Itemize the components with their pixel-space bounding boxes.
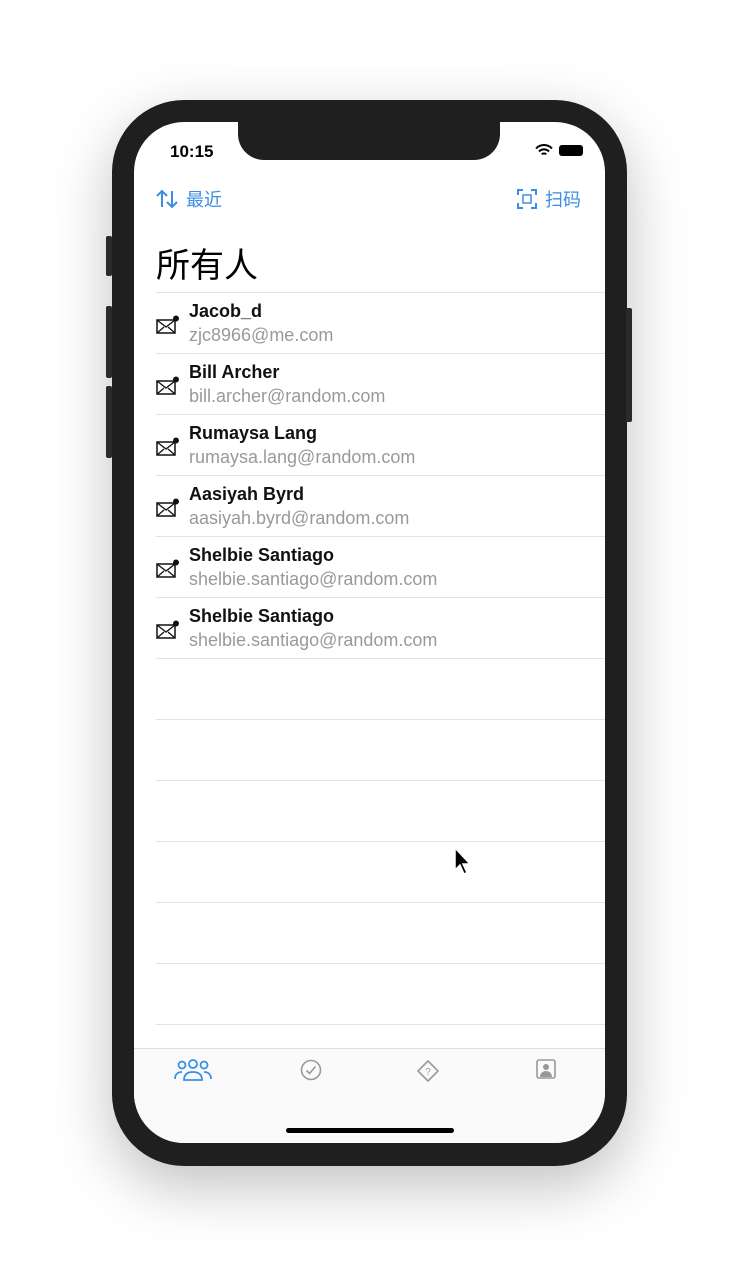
volume-up-button bbox=[106, 306, 112, 378]
qr-scan-icon bbox=[517, 189, 537, 209]
contact-email: zjc8966@me.com bbox=[189, 325, 334, 345]
contact-row[interactable]: Aasiyah Byrd aasiyah.byrd@random.com bbox=[156, 475, 605, 536]
home-indicator[interactable] bbox=[286, 1128, 454, 1133]
page-title: 所有人 bbox=[156, 247, 258, 285]
scan-button[interactable]: 扫码 bbox=[517, 186, 581, 212]
mouse-cursor-icon bbox=[454, 846, 472, 876]
tab-help[interactable]: ? bbox=[408, 1059, 448, 1085]
contact-email: bill.archer@random.com bbox=[189, 386, 386, 406]
mail-unread-icon bbox=[156, 437, 179, 456]
empty-row bbox=[156, 719, 605, 780]
mail-unread-icon bbox=[156, 315, 179, 334]
contact-card-icon bbox=[536, 1059, 556, 1079]
tab-people[interactable] bbox=[173, 1059, 213, 1085]
contact-row[interactable]: Bill Archer bill.archer@random.com bbox=[156, 353, 605, 414]
contact-row[interactable]: Shelbie Santiago shelbie.santiago@random.… bbox=[156, 536, 605, 597]
battery-icon bbox=[559, 145, 583, 156]
contact-list: Jacob_d zjc8966@me.com Bill Archer bill.arc… bbox=[156, 292, 605, 1085]
wifi-icon bbox=[535, 144, 553, 156]
contact-email: shelbie.santiago@random.com bbox=[189, 569, 438, 589]
contact-email: rumaysa.lang@random.com bbox=[189, 447, 416, 467]
mail-unread-icon bbox=[156, 559, 179, 578]
sort-button[interactable]: 最近 bbox=[156, 186, 222, 212]
contact-name: Rumaysa Lang bbox=[189, 423, 318, 443]
mail-unread-icon bbox=[156, 376, 179, 395]
empty-row bbox=[156, 841, 605, 902]
svg-text:?: ? bbox=[425, 1067, 431, 1078]
status-time: 10:15 bbox=[170, 142, 214, 161]
volume-down-button bbox=[106, 386, 112, 458]
empty-row bbox=[156, 963, 605, 1024]
scan-label: 扫码 bbox=[545, 190, 581, 210]
mail-unread-icon bbox=[156, 498, 179, 517]
contact-name: Bill Archer bbox=[189, 362, 280, 382]
people-icon bbox=[174, 1059, 212, 1081]
mail-icon-wrap bbox=[156, 498, 180, 523]
contact-row[interactable]: Rumaysa Lang rumaysa.lang@random.com bbox=[156, 414, 605, 475]
mail-icon-wrap bbox=[156, 559, 180, 584]
mute-switch bbox=[106, 236, 112, 276]
contact-name: Shelbie Santiago bbox=[189, 545, 335, 565]
mail-icon-wrap bbox=[156, 376, 180, 401]
tab-done[interactable] bbox=[291, 1059, 331, 1085]
contact-row[interactable]: Jacob_d zjc8966@me.com bbox=[156, 292, 605, 353]
empty-row bbox=[156, 902, 605, 963]
sort-arrows-icon bbox=[156, 189, 178, 209]
mail-icon-wrap bbox=[156, 437, 180, 462]
power-button bbox=[626, 308, 632, 422]
contact-email: aasiyah.byrd@random.com bbox=[189, 508, 410, 528]
contact-name: Aasiyah Byrd bbox=[189, 484, 305, 504]
mail-icon-wrap bbox=[156, 315, 180, 340]
mail-unread-icon bbox=[156, 620, 179, 639]
contact-email: shelbie.santiago@random.com bbox=[189, 630, 438, 650]
contact-name: Jacob_d bbox=[189, 301, 263, 321]
mail-icon-wrap bbox=[156, 620, 180, 645]
screen: 10:15 最近 扫码 所有人 Jacob_d zjc8966@me.com Bil… bbox=[134, 122, 605, 1143]
empty-row bbox=[156, 658, 605, 719]
sort-label: 最近 bbox=[186, 190, 222, 210]
contact-name: Shelbie Santiago bbox=[189, 606, 335, 626]
tab-profile[interactable] bbox=[526, 1059, 566, 1085]
contact-row[interactable]: Shelbie Santiago shelbie.santiago@random.… bbox=[156, 597, 605, 658]
checkmark-circle-icon bbox=[300, 1059, 322, 1081]
status-icons bbox=[535, 144, 583, 157]
empty-row bbox=[156, 780, 605, 841]
notch bbox=[238, 122, 500, 160]
question-diamond-icon: ? bbox=[417, 1060, 439, 1082]
